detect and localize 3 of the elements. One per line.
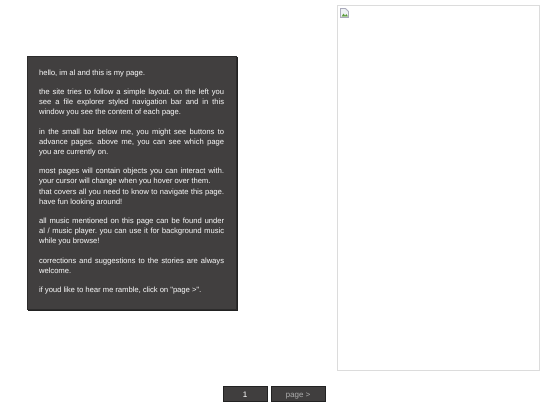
next-page-button[interactable]: page >: [270, 386, 326, 402]
broken-image-icon: [340, 8, 349, 18]
current-page-button[interactable]: 1: [222, 386, 268, 402]
